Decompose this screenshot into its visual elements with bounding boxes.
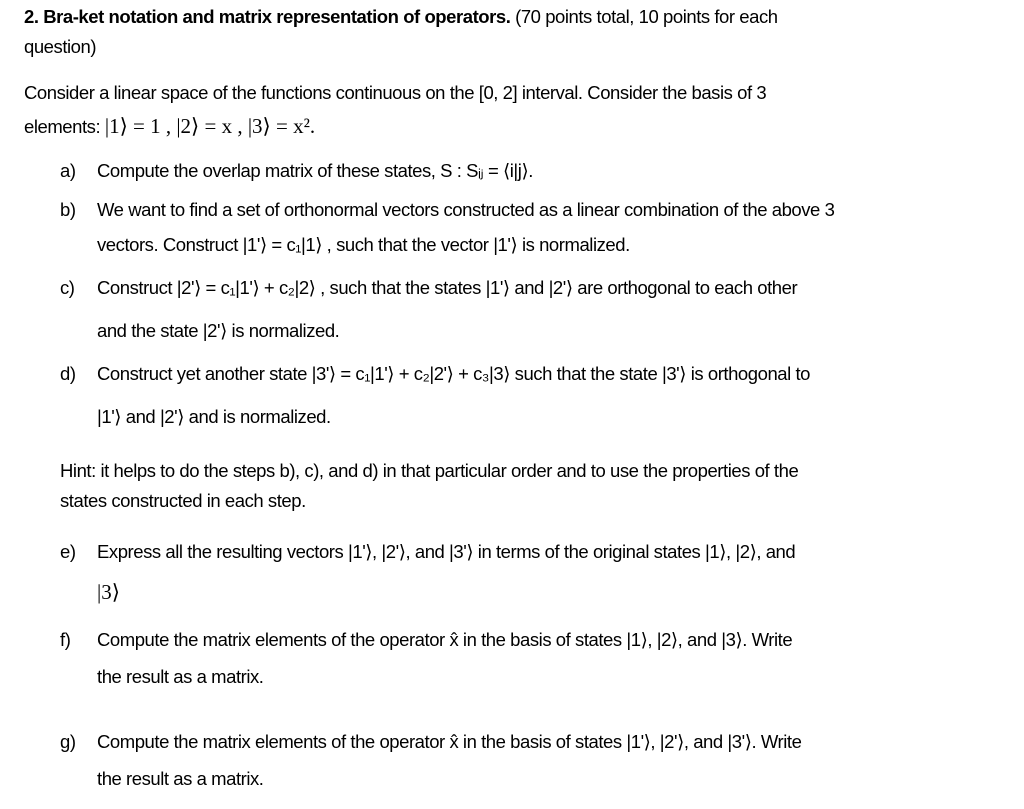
problem-title-points: (70 points total, 10 points for each [510,6,778,27]
question-b-line-2: vectors. Construct |1'⟩ = c₁|1⟩ , such t… [97,234,630,255]
question-e-label: e) [60,541,76,562]
hint-line-2: states constructed in each step. [60,490,306,511]
question-b-label: b) [60,199,76,220]
question-d-line-2: |1'⟩ and |2'⟩ and is normalized. [97,406,331,427]
problem-title-continuation: question) [24,36,97,57]
question-e-line-2: |3⟩ [97,580,120,604]
question-c-line-1: Construct |2'⟩ = c₁|1'⟩ + c₂|2⟩ , such t… [97,277,798,298]
question-a-label: a) [60,160,76,181]
question-d-line-1: Construct yet another state |3'⟩ = c₁|1'… [97,363,811,384]
question-g-line-2: the result as a matrix. [97,768,264,789]
question-f-label: f) [60,629,71,650]
question-e-line-1: Express all the resulting vectors |1'⟩, … [97,541,796,562]
question-a-line-1: Compute the overlap matrix of these stat… [97,160,533,181]
question-d-label: d) [60,363,76,384]
problem-title-bold: 2. Bra-ket notation and matrix represent… [24,6,511,27]
question-f-line-1: Compute the matrix elements of the opera… [97,629,793,650]
question-f-line-2: the result as a matrix. [97,666,264,687]
question-c-label: c) [60,277,75,298]
intro-line-2: elements: |1⟩ = 1 , |2⟩ = x , |3⟩ = x². [24,114,315,139]
basis-definition-math: |1⟩ = 1 , |2⟩ = x , |3⟩ = x². [104,114,316,138]
question-c-line-2: and the state |2'⟩ is normalized. [97,320,340,341]
intro-line-1: Consider a linear space of the functions… [24,82,767,103]
hint-line-1: Hint: it helps to do the steps b), c), a… [60,460,799,481]
problem-title: 2. Bra-ket notation and matrix represent… [24,6,778,28]
question-g-line-1: Compute the matrix elements of the opera… [97,731,802,752]
question-g-label: g) [60,731,76,752]
intro-elements-label: elements: [24,116,105,137]
question-b-line-1: We want to find a set of orthonormal vec… [97,199,835,220]
